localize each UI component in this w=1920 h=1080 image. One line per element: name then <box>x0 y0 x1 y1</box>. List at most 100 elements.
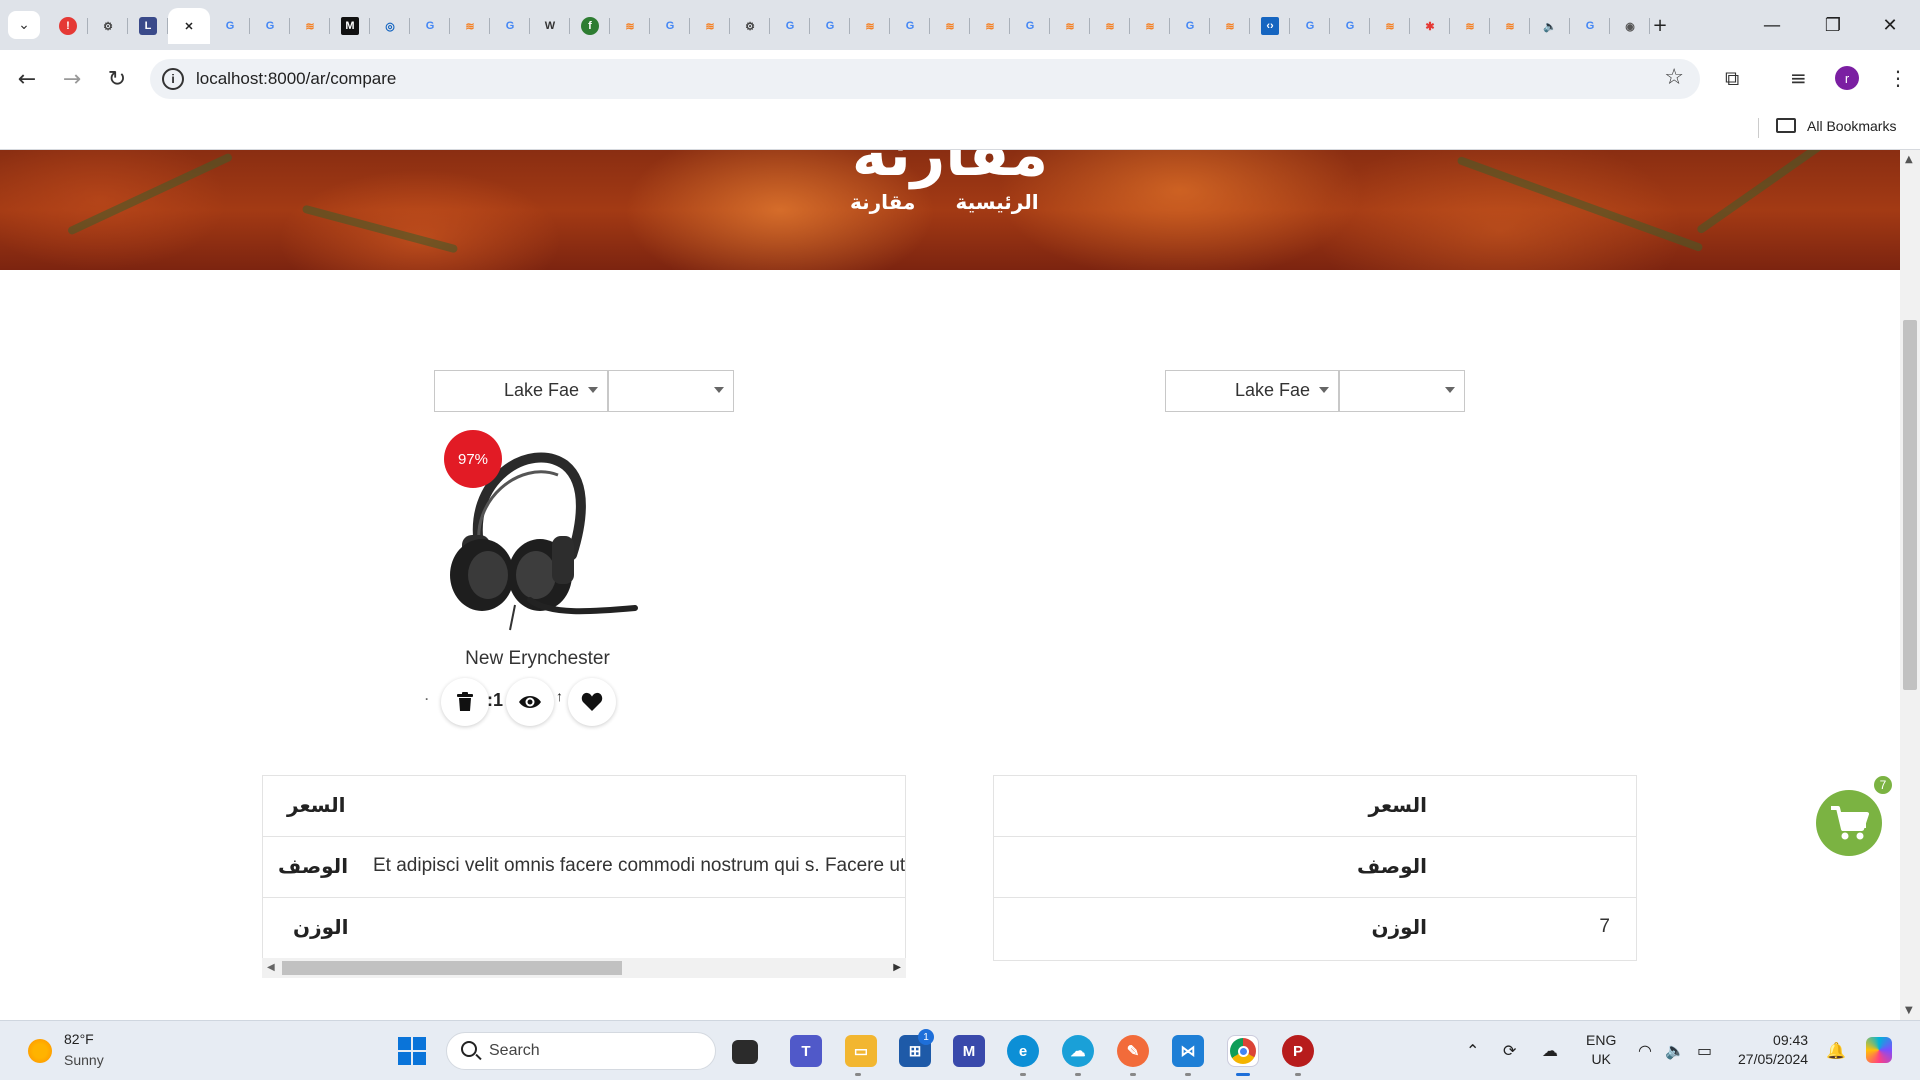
browser-tab[interactable]: W <box>530 8 570 44</box>
cloud-app-icon[interactable]: ☁ <box>1062 1035 1094 1067</box>
browser-tab[interactable]: ⚙ <box>88 8 128 44</box>
browser-tab[interactable]: ≋ <box>930 8 970 44</box>
start-button[interactable] <box>398 1037 426 1065</box>
url-text[interactable]: localhost:8000/ar/compare <box>196 69 396 89</box>
scroll-right-icon[interactable]: ▶ <box>893 962 901 973</box>
browser-tab[interactable]: G <box>1170 8 1210 44</box>
store-select-right[interactable]: Lake Fae <box>1165 370 1339 412</box>
new-tab-button[interactable]: + <box>1640 12 1680 38</box>
scroll-left-icon[interactable]: ◀ <box>267 962 275 973</box>
site-info-icon[interactable]: i <box>162 68 184 90</box>
forward-button[interactable]: → <box>57 64 87 94</box>
visual-studio-app-icon[interactable]: M <box>953 1035 985 1067</box>
sync-icon[interactable]: ⟳ <box>1503 1041 1516 1060</box>
edge-icon[interactable]: e <box>1007 1035 1039 1067</box>
browser-tab[interactable]: ≋ <box>1370 8 1410 44</box>
volume-icon[interactable]: 🔈 <box>1665 1041 1685 1060</box>
folder-icon[interactable] <box>1776 118 1796 133</box>
vscode-icon[interactable]: ⋈ <box>1172 1035 1204 1067</box>
browser-tab[interactable]: ≋ <box>970 8 1010 44</box>
browser-tab[interactable]: G <box>890 8 930 44</box>
weather-condition[interactable]: Sunny <box>64 1052 104 1068</box>
scrollbar-thumb[interactable] <box>1903 320 1917 690</box>
close-window-button[interactable]: ✕ <box>1870 12 1910 38</box>
browser-tab[interactable]: ≋ <box>850 8 890 44</box>
table-horizontal-scrollbar[interactable]: ◀ ▶ <box>262 958 906 978</box>
browser-tab[interactable]: ≋ <box>1090 8 1130 44</box>
extensions-icon[interactable]: ⧉ <box>1725 66 1739 90</box>
reload-button[interactable]: ↻ <box>102 64 132 94</box>
browser-tab[interactable]: G <box>650 8 690 44</box>
scroll-up-icon[interactable]: ▲ <box>1905 154 1913 165</box>
onedrive-icon[interactable]: ☁ <box>1542 1041 1558 1060</box>
browser-tab[interactable]: G <box>1290 8 1330 44</box>
back-button[interactable]: ← <box>12 64 42 94</box>
browser-tab[interactable]: G <box>810 8 850 44</box>
browser-tab[interactable]: M <box>330 8 370 44</box>
close-icon[interactable]: ✕ <box>180 17 198 35</box>
address-bar[interactable]: i localhost:8000/ar/compare ☆ <box>150 59 1700 99</box>
browser-tab[interactable]: G <box>1570 8 1610 44</box>
browser-tab[interactable]: ≋ <box>690 8 730 44</box>
store-select-left[interactable]: Lake Fae <box>434 370 608 412</box>
minimize-button[interactable]: — <box>1752 12 1792 38</box>
bookmark-star-icon[interactable]: ☆ <box>1664 65 1684 90</box>
browser-tab[interactable]: ≋ <box>1490 8 1530 44</box>
breadcrumb-home-link[interactable]: الرئيسية <box>955 190 1038 214</box>
browser-tab[interactable]: G <box>410 8 450 44</box>
browser-tab[interactable]: ≋ <box>610 8 650 44</box>
browser-tab[interactable]: L <box>128 8 168 44</box>
add-to-wishlist-button[interactable] <box>568 678 616 726</box>
task-view-icon[interactable] <box>732 1040 758 1064</box>
teams-icon[interactable]: T <box>790 1035 822 1067</box>
menu-icon[interactable]: ⋮ <box>1888 66 1908 90</box>
scrollbar-thumb[interactable] <box>282 961 622 975</box>
file-explorer-icon[interactable]: ▭ <box>845 1035 877 1067</box>
browser-tab[interactable]: ✱ <box>1410 8 1450 44</box>
browser-tab[interactable]: G <box>770 8 810 44</box>
floating-cart-button[interactable] <box>1816 790 1882 856</box>
browser-tab[interactable]: ! <box>48 8 88 44</box>
chrome-taskbar-icon[interactable] <box>1227 1035 1259 1067</box>
browser-tab-active[interactable]: ✕ <box>168 8 210 44</box>
notification-bell-icon[interactable]: 🔔 <box>1826 1041 1846 1060</box>
browser-tab[interactable]: ≋ <box>290 8 330 44</box>
language-indicator[interactable]: ENG UK <box>1586 1031 1616 1069</box>
copilot-icon[interactable] <box>1866 1037 1892 1063</box>
browser-tab[interactable]: ≋ <box>1450 8 1490 44</box>
browser-tab[interactable]: ≋ <box>450 8 490 44</box>
scroll-down-icon[interactable]: ▼ <box>1905 1005 1913 1016</box>
browser-tab[interactable]: G <box>490 8 530 44</box>
tab-search-button[interactable]: ⌄ <box>8 11 40 39</box>
wifi-icon[interactable]: ◠ <box>1638 1041 1652 1060</box>
chevron-up-icon[interactable]: ⌃ <box>1466 1041 1479 1060</box>
quick-view-button[interactable] <box>506 678 554 726</box>
product-select-left[interactable] <box>608 370 734 412</box>
postman-icon[interactable]: ✎ <box>1117 1035 1149 1067</box>
taskbar-search[interactable]: Search <box>446 1032 716 1070</box>
media-controls-icon[interactable]: ≡ <box>1790 66 1807 90</box>
restore-button[interactable]: ❐ <box>1813 12 1853 38</box>
browser-tab[interactable]: G <box>250 8 290 44</box>
browser-tab[interactable]: ◎ <box>370 8 410 44</box>
page-vertical-scrollbar[interactable]: ▲ ▼ <box>1900 150 1920 1020</box>
browser-tab[interactable]: G <box>1330 8 1370 44</box>
browser-tab[interactable]: f <box>570 8 610 44</box>
browser-tab[interactable]: ≋ <box>1210 8 1250 44</box>
browser-tab[interactable]: ≋ <box>1050 8 1090 44</box>
browser-tab[interactable]: G <box>1010 8 1050 44</box>
delete-button[interactable] <box>441 678 489 726</box>
profile-avatar[interactable]: r <box>1835 66 1859 90</box>
product-select-right[interactable] <box>1339 370 1465 412</box>
weather-temperature[interactable]: 82°F <box>64 1031 94 1047</box>
browser-tab[interactable]: ≋ <box>1130 8 1170 44</box>
sun-icon[interactable] <box>28 1039 52 1063</box>
browser-tab[interactable]: ⚙ <box>730 8 770 44</box>
all-bookmarks-link[interactable]: All Bookmarks <box>1807 118 1896 134</box>
p-app-icon[interactable]: P <box>1282 1035 1314 1067</box>
product-name[interactable]: New Erynchester <box>430 648 645 670</box>
browser-tab[interactable]: G <box>210 8 250 44</box>
battery-icon[interactable]: ▭ <box>1697 1041 1712 1060</box>
system-clock[interactable]: 09:43 27/05/2024 <box>1738 1031 1808 1069</box>
browser-tab[interactable]: 🔈 <box>1530 8 1570 44</box>
